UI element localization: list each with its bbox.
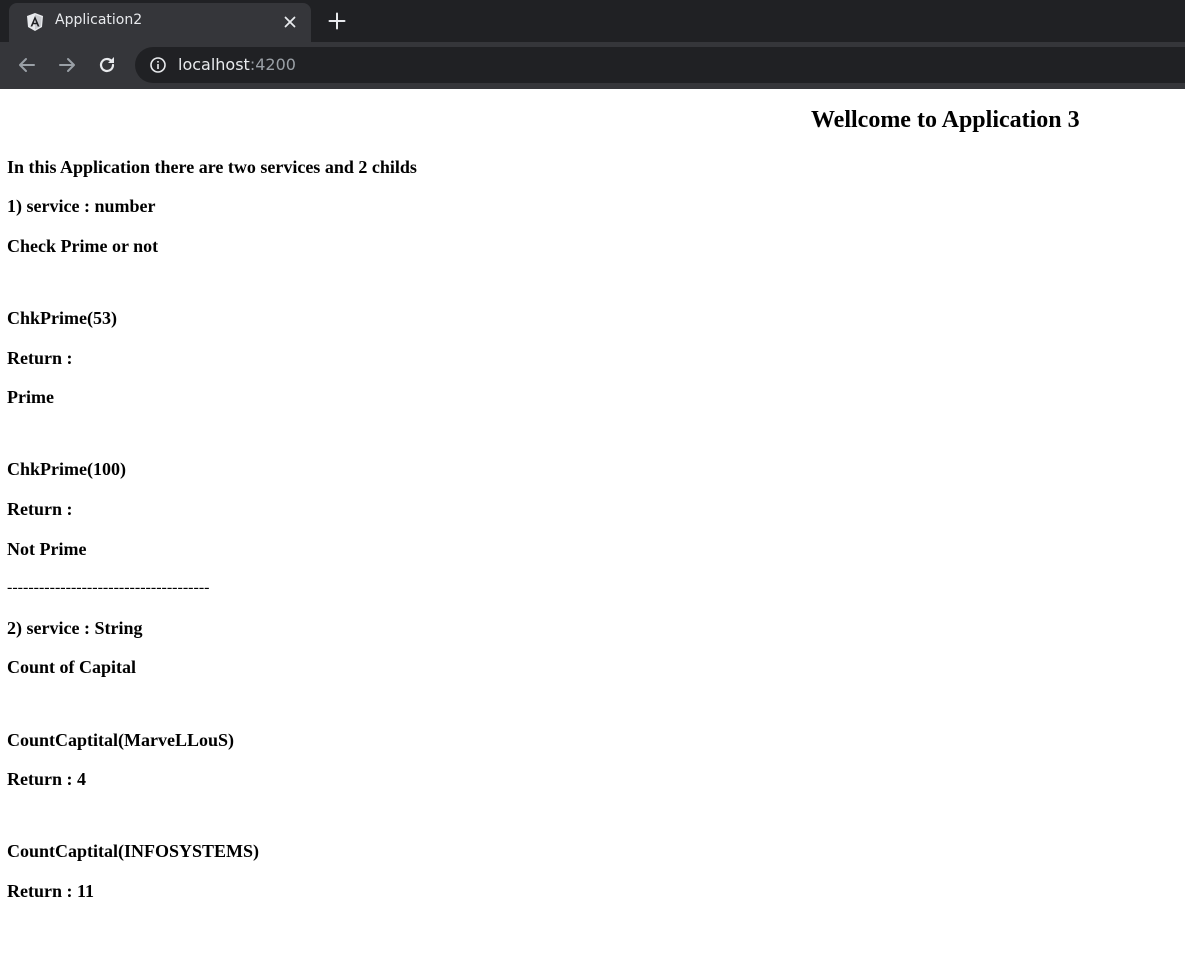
back-arrow-icon[interactable] <box>14 52 40 78</box>
angular-icon <box>27 13 43 31</box>
tab-application2[interactable]: Application2 <box>9 3 311 42</box>
capital-result-infosystems: Return : 11 <box>7 881 94 901</box>
tab-title: Application2 <box>55 12 143 28</box>
prime-call-100: ChkPrime(100) <box>7 459 126 479</box>
service2-description: Count of Capital <box>7 657 137 677</box>
service1-description: Check Prime or not <box>7 236 159 256</box>
service1-title: 1) service : number <box>7 196 156 216</box>
page-title: Wellcome to Application 3 <box>811 107 1080 133</box>
forward-arrow-icon[interactable] <box>54 52 80 78</box>
info-icon[interactable] <box>149 56 167 74</box>
prime-result-53: Prime <box>7 387 54 407</box>
url-text[interactable]: localhost:4200 <box>178 55 296 74</box>
tab-strip: Application2 <box>0 0 1185 42</box>
return-label: Return : <box>7 499 73 519</box>
url-port: :4200 <box>249 55 296 74</box>
url-host: localhost <box>178 55 250 74</box>
reload-icon[interactable] <box>94 52 120 78</box>
capital-call-infosystems: CountCaptital(INFOSYSTEMS) <box>7 841 260 861</box>
capital-call-marvellous: CountCaptital(MarveLLouS) <box>7 730 235 750</box>
new-tab-plus-icon[interactable] <box>325 9 349 33</box>
address-bar[interactable]: localhost:4200 <box>135 47 1185 83</box>
browser-chrome: Application2 localhost:4200 <box>0 0 1185 90</box>
prime-call-53: ChkPrime(53) <box>7 308 117 328</box>
section-divider: -------------------------------------- <box>7 579 210 596</box>
service2-title: 2) service : String <box>7 618 143 638</box>
browser-toolbar: localhost:4200 <box>0 42 1185 90</box>
close-icon[interactable] <box>279 11 301 33</box>
capital-result-marvellous: Return : 4 <box>7 769 86 789</box>
return-label: Return : <box>7 348 73 368</box>
prime-result-100: Not Prime <box>7 539 87 559</box>
page-content: Wellcome to Application 3 In this Applic… <box>0 89 1185 960</box>
intro-text: In this Application there are two servic… <box>7 157 417 177</box>
